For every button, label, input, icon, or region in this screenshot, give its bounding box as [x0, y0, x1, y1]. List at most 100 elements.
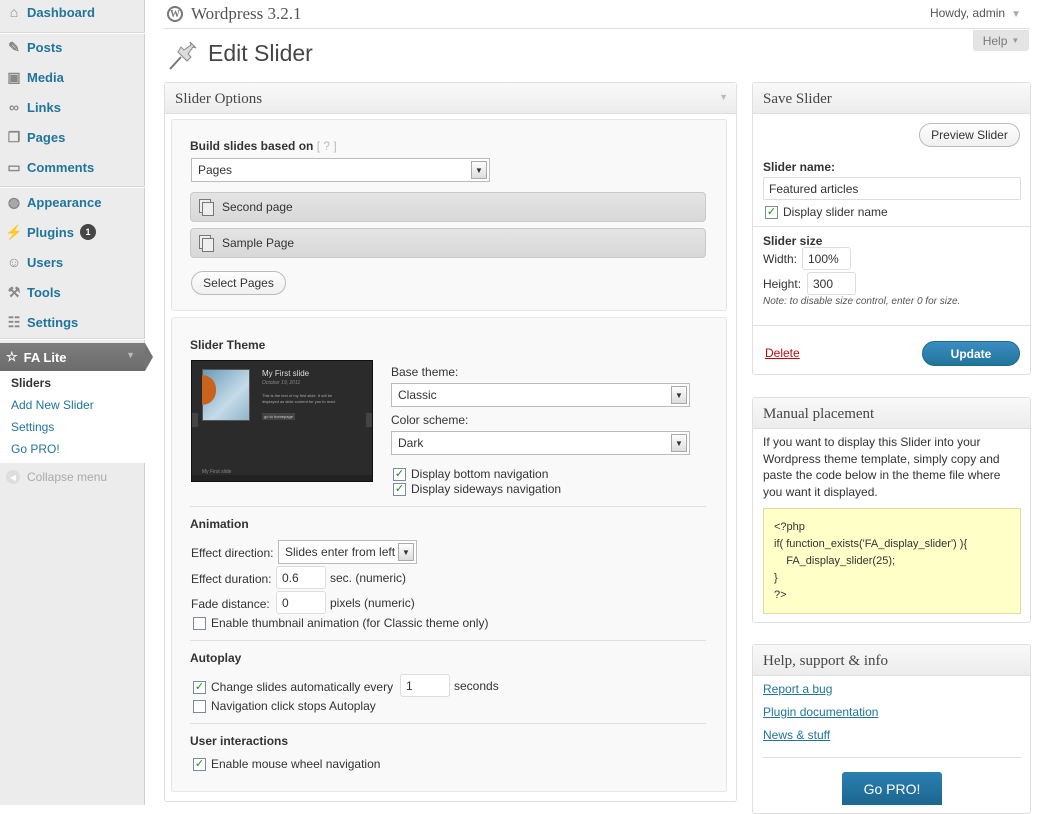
sidebar-item-comments[interactable]: ▭ Comments: [0, 152, 145, 182]
sidebar-item-label: Plugins: [27, 224, 74, 240]
sidebar-item-media[interactable]: ▣ Media: [0, 62, 145, 92]
autoplay-interval-unit: seconds: [454, 679, 499, 693]
bottom-navigation-checkbox[interactable]: ✓ Display bottom navigation: [393, 467, 548, 481]
navigation-stops-autoplay-checkbox[interactable]: Navigation click stops Autoplay: [193, 699, 376, 713]
slider-options-header[interactable]: Slider Options ▼: [165, 83, 736, 114]
sidebar-item-posts[interactable]: ✎ Posts: [0, 32, 145, 62]
sidebar-item-fa-lite[interactable]: ☆ FA Lite ▼: [0, 343, 153, 371]
sidebar-separator: [0, 338, 145, 340]
checkbox-label: Change slides automatically every: [211, 680, 394, 694]
page-title: Edit Slider: [208, 40, 313, 66]
box-title: Slider Options: [175, 91, 263, 107]
sidebar-item-label: Tools: [27, 284, 61, 300]
selected-page-item[interactable]: Second page: [190, 192, 706, 222]
fade-distance-label: Fade distance:: [191, 597, 270, 611]
box-title: Manual placement: [763, 406, 875, 422]
help-tab-button[interactable]: Help ▼: [973, 30, 1029, 51]
collapse-menu-button[interactable]: ◀ Collapse menu: [6, 470, 107, 484]
page-icon: [199, 199, 214, 216]
checkbox-box: [193, 616, 206, 630]
preview-slider-button[interactable]: Preview Slider: [919, 123, 1020, 147]
sidebar-item-label: Posts: [27, 39, 63, 55]
report-bug-link[interactable]: Report a bug: [763, 682, 832, 696]
sidebar-item-label: Pages: [27, 129, 66, 145]
effect-direction-select[interactable]: Slides enter from left ▼: [278, 540, 417, 564]
checkmark-icon: ✓: [393, 467, 406, 481]
fade-distance-input[interactable]: 0: [276, 591, 326, 614]
autoplay-heading: Autoplay: [190, 651, 242, 665]
code-snippet[interactable]: <?php if( function_exists('FA_display_sl…: [763, 508, 1021, 614]
sidebar-item-label: Users: [27, 254, 64, 270]
chevron-down-icon: ▼: [1011, 9, 1021, 20]
user-menu[interactable]: Howdy, admin ▼: [930, 6, 1021, 20]
theme-preview-image: My First slide October 19, 2011 This is …: [191, 360, 373, 482]
dashboard-icon: ⌂: [9, 4, 19, 20]
sidebar-item-plugins[interactable]: ⚡ Plugins 1: [0, 217, 145, 247]
select-pages-button[interactable]: Select Pages: [191, 271, 286, 295]
preview-slide-button: go to homepage: [262, 413, 295, 420]
section-divider: [190, 640, 706, 641]
howdy-text: Howdy, admin: [929, 6, 1006, 20]
sidebar-item-links[interactable]: ∞ Links: [0, 92, 145, 122]
sidebar-item-settings[interactable]: ☷ Settings: [0, 307, 145, 337]
chevron-down-icon: ▼: [398, 543, 414, 561]
sidebar-item-label: Settings: [27, 314, 79, 330]
news-stuff-link[interactable]: News & stuff: [763, 728, 830, 742]
sidebar-item-dashboard[interactable]: ⌂ Dashboard: [0, 0, 145, 27]
sidebar-item-users[interactable]: ☺ Users: [0, 247, 145, 277]
checkmark-icon: ✓: [393, 482, 406, 496]
autoplay-interval-input[interactable]: 1: [400, 674, 450, 697]
effect-duration-unit: sec. (numeric): [330, 571, 407, 585]
autoplay-checkbox[interactable]: ✓ Change slides automatically every: [193, 680, 393, 694]
section-divider: [190, 723, 706, 724]
color-scheme-label: Color scheme:: [391, 413, 469, 427]
base-theme-label: Base theme:: [391, 365, 459, 379]
effect-duration-input[interactable]: 0.6: [276, 566, 326, 589]
link-icon: ∞: [9, 99, 19, 115]
select-value: Dark: [398, 436, 424, 450]
section-divider: [763, 757, 1021, 758]
submenu-add-new-slider[interactable]: Add New Slider: [0, 394, 145, 416]
selected-page-item[interactable]: Sample Page: [190, 228, 706, 258]
select-value: Pages: [198, 163, 233, 177]
pushpin-icon: [169, 41, 197, 70]
checkbox-label: Display sideways navigation: [411, 482, 562, 496]
manual-placement-header[interactable]: Manual placement: [753, 398, 1030, 429]
section-divider: [753, 226, 1030, 227]
chevron-down-icon: ▼: [1011, 36, 1020, 45]
section-divider: [190, 506, 706, 507]
preview-next-arrow: [366, 413, 372, 427]
site-title: W Wordpress 3.2.1: [167, 4, 302, 24]
sidebar-item-appearance[interactable]: ◍ Appearance: [0, 187, 145, 217]
build-slides-select[interactable]: Pages ▼: [191, 158, 490, 182]
sideways-navigation-checkbox[interactable]: ✓ Display sideways navigation: [393, 482, 561, 496]
comment-icon: ▭: [7, 158, 21, 175]
thumbnail-animation-checkbox[interactable]: Enable thumbnail animation (for Classic …: [193, 616, 488, 630]
help-support-header[interactable]: Help, support & info: [753, 645, 1030, 676]
sidebar-item-label: Dashboard: [27, 4, 95, 20]
help-tooltip-link[interactable]: [ ? ]: [317, 139, 337, 153]
submenu-sliders[interactable]: Sliders: [0, 372, 145, 394]
delete-link[interactable]: Delete: [765, 346, 800, 360]
mouse-wheel-checkbox[interactable]: ✓ Enable mouse wheel navigation: [193, 757, 380, 771]
preview-slide-text: This is the text of my first slide. It w…: [262, 393, 336, 404]
slider-name-input[interactable]: Featured articles: [763, 177, 1021, 200]
sidebar-item-pages[interactable]: ❐ Pages: [0, 122, 145, 152]
submenu-go-pro[interactable]: Go PRO!: [0, 438, 145, 460]
base-theme-select[interactable]: Classic ▼: [391, 383, 690, 407]
slider-name-label: Slider name:: [763, 160, 836, 174]
submenu-settings[interactable]: Settings: [0, 416, 145, 438]
height-input[interactable]: 300: [807, 272, 856, 295]
color-scheme-select[interactable]: Dark ▼: [391, 431, 690, 455]
box-title: Save Slider: [763, 91, 832, 107]
go-pro-button[interactable]: Go PRO!: [842, 772, 942, 805]
preview-slide-title: My First slide: [262, 369, 310, 378]
chevron-down-icon: ▼: [671, 386, 687, 404]
save-slider-header[interactable]: Save Slider: [753, 83, 1030, 114]
plugin-documentation-link[interactable]: Plugin documentation: [763, 705, 878, 719]
sidebar-item-label: Links: [27, 99, 61, 115]
sidebar-item-tools[interactable]: ⚒ Tools: [0, 277, 145, 307]
update-button[interactable]: Update: [922, 341, 1020, 366]
display-slider-name-checkbox[interactable]: ✓ Display slider name: [765, 205, 888, 219]
width-input[interactable]: 100%: [802, 247, 851, 270]
